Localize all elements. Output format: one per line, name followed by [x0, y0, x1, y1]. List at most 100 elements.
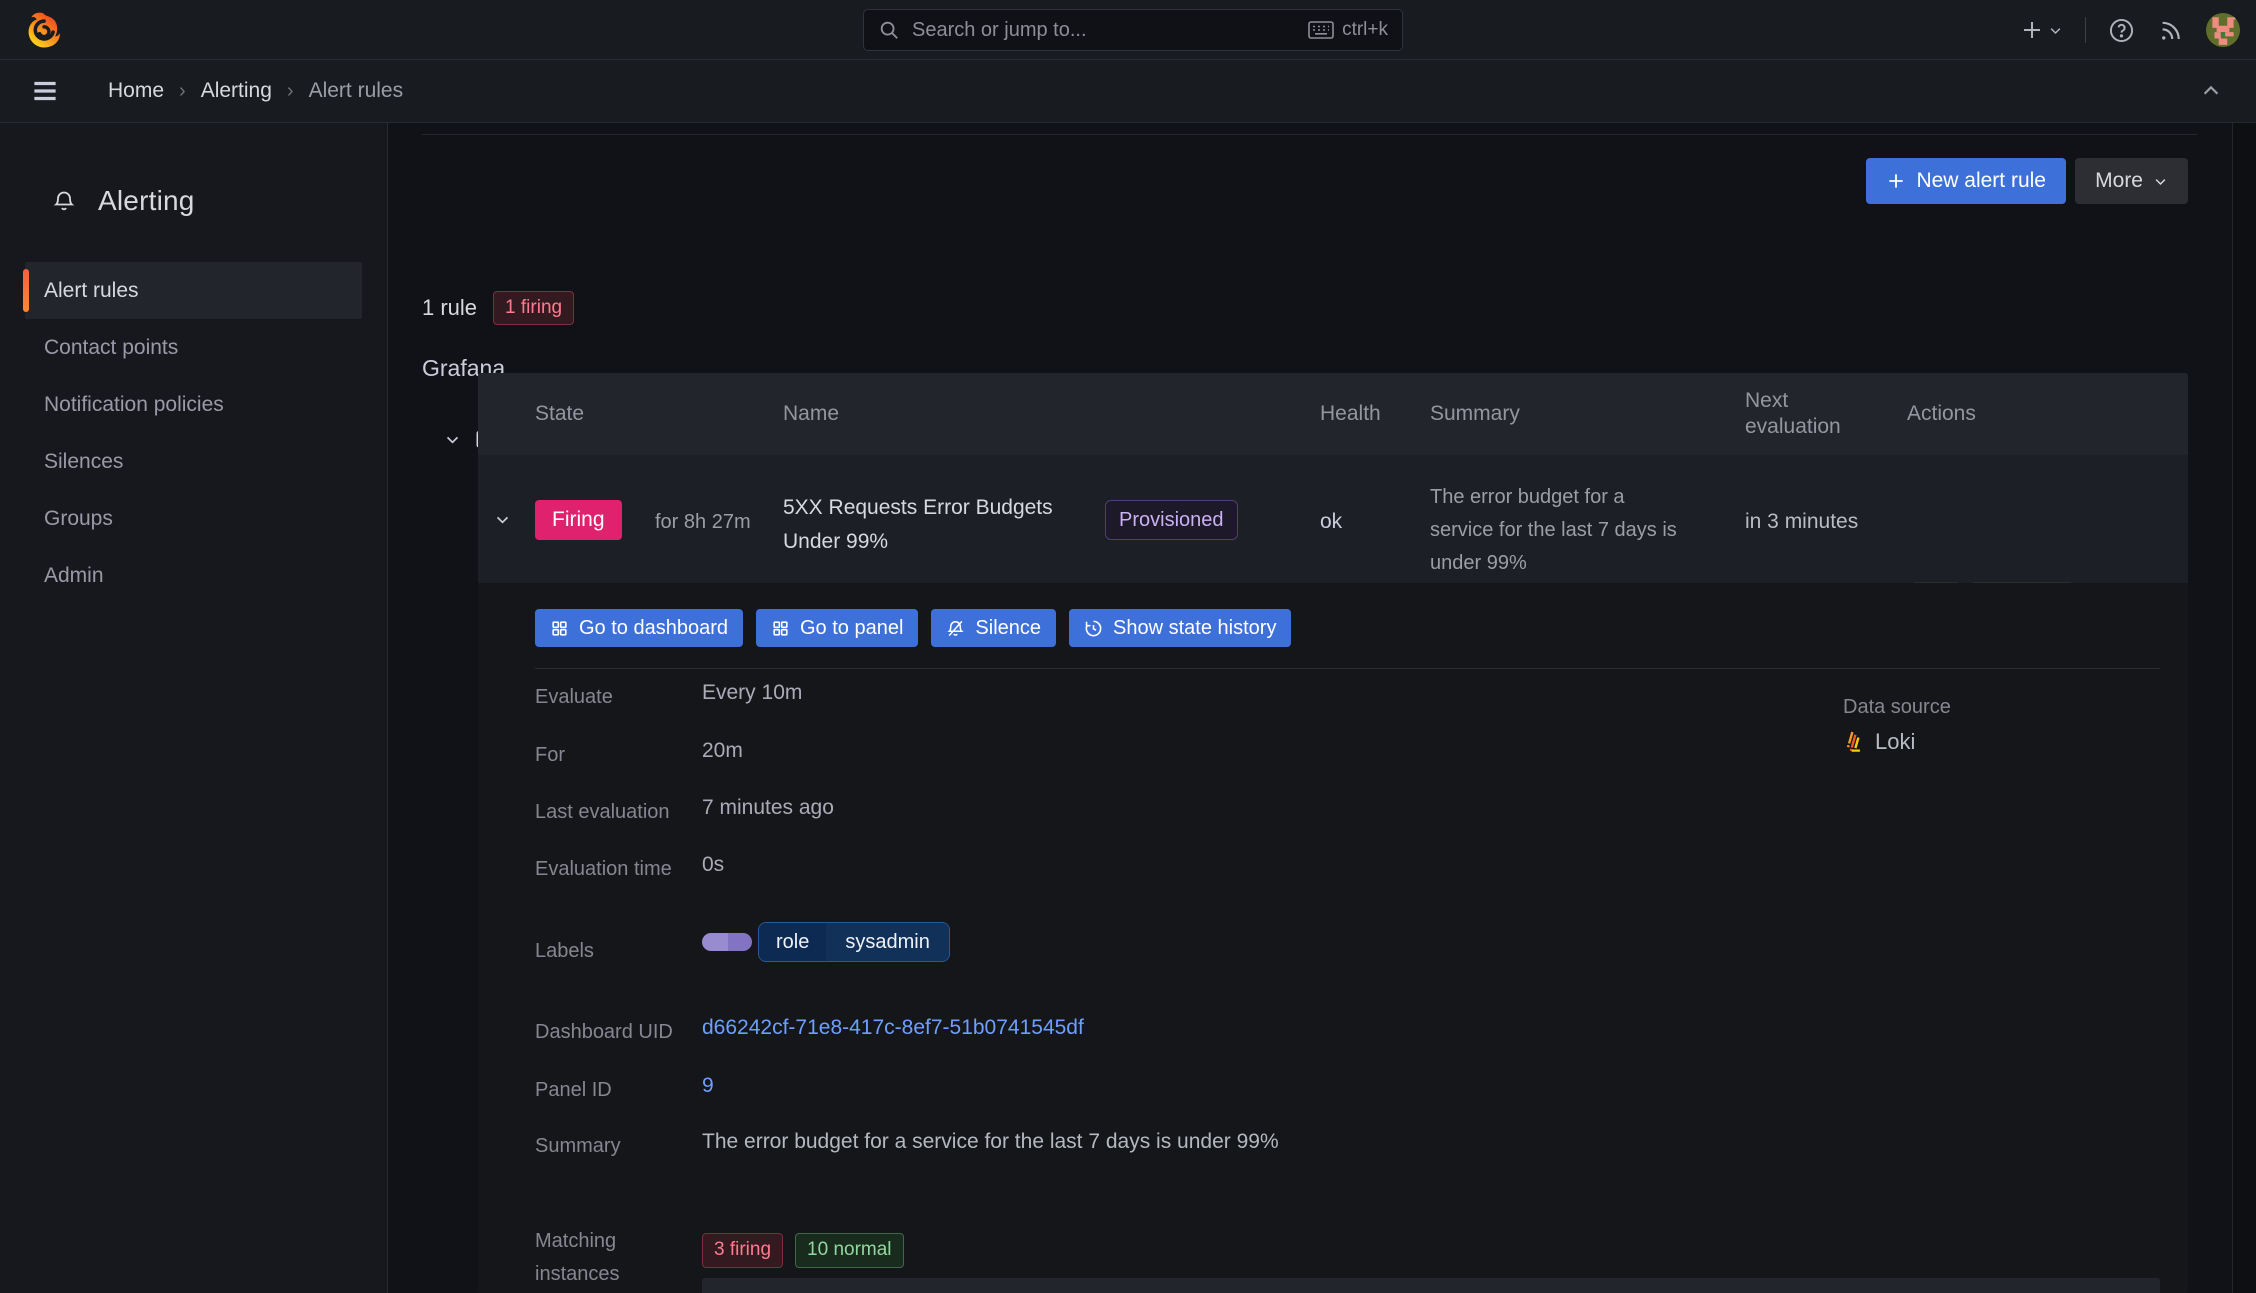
chevron-up-icon: [2203, 85, 2219, 95]
search-icon: [878, 19, 900, 41]
row-provisioned-badge: Provisioned: [1105, 500, 1238, 540]
chevron-down-icon: [2155, 178, 2166, 185]
search-placeholder: Search or jump to...: [912, 18, 1087, 41]
collapse-header-button[interactable]: [2200, 80, 2222, 102]
col-name: Name: [783, 402, 840, 425]
help-icon: [2109, 18, 2134, 42]
chevron-down-icon: [496, 516, 509, 524]
nav-divider: [2085, 17, 2086, 43]
labels-label: Labels: [535, 940, 594, 962]
help-button[interactable]: [2108, 17, 2135, 44]
sidebar-item-silences[interactable]: Silences: [25, 433, 362, 490]
matching-instances-badges: 3 firing 10 normal: [702, 1233, 904, 1268]
col-summary: Summary: [1430, 402, 1520, 425]
col-actions: Actions: [1907, 402, 1976, 425]
dashboard-uid-link[interactable]: d66242cf-71e8-417c-8ef7-51b0741545df: [702, 1016, 1084, 1040]
firing-count-badge: 1 firing: [493, 290, 575, 326]
sidebar-title-label: Alerting: [98, 185, 195, 216]
row-expand-button[interactable]: [494, 511, 511, 528]
sidebar-item-groups[interactable]: Groups: [25, 490, 362, 547]
show-state-history-button[interactable]: Show state history: [1069, 609, 1292, 647]
rule-actions-row: Go to dashboard Go to panel Silence Show…: [535, 609, 1292, 647]
table-row: Firing for 8h 27m 5XX Requests Error Bud…: [478, 455, 2188, 626]
label-value: sysadmin: [826, 923, 949, 961]
search-input[interactable]: Search or jump to... ctrl+k: [863, 9, 1403, 51]
rule-name-link[interactable]: 5XX Requests Error Budgets Under 99%: [783, 491, 1103, 559]
breadcrumb-alerting[interactable]: Alerting: [201, 79, 272, 103]
shortcut-hint: ctrl+k: [1308, 19, 1388, 41]
table-header: State Name Health Summary Next evaluatio…: [478, 373, 2188, 455]
matching-normal-badge: 10 normal: [795, 1233, 904, 1268]
keyboard-icon: [1308, 20, 1334, 40]
for-label: For: [535, 744, 565, 766]
panel-id-label: Panel ID: [535, 1079, 612, 1101]
matching-firing-badge: 3 firing: [702, 1233, 784, 1268]
breadcrumb-bar: Home › Alerting › Alert rules: [0, 60, 2256, 123]
rss-icon: [2162, 21, 2180, 40]
plus-icon: [1889, 174, 1904, 188]
more-button[interactable]: More: [2075, 158, 2188, 204]
col-state: State: [535, 402, 585, 425]
evaluate-value: Every 10m: [702, 681, 803, 704]
matching-instances-label: Matching instances: [535, 1230, 620, 1285]
datasource-value: Loki: [1843, 729, 1915, 755]
last-evaluation-value: 7 minutes ago: [702, 796, 834, 819]
breadcrumb-separator: ›: [286, 79, 294, 102]
sidebar-item-alert-rules[interactable]: Alert rules: [23, 262, 362, 319]
add-menu-button[interactable]: [2020, 18, 2063, 42]
last-evaluation-label: Last evaluation: [535, 801, 670, 823]
evaluate-label: Evaluate: [535, 686, 613, 708]
sidebar-item-contact-points[interactable]: Contact points: [25, 319, 362, 376]
details-divider: [535, 668, 2160, 669]
scrollbar-track[interactable]: [2232, 123, 2256, 1293]
evaluation-time-value: 0s: [702, 853, 725, 876]
main-content: 1 rule 1 firing New alert rule More Graf…: [388, 123, 2232, 1293]
chevron-down-icon: [2050, 27, 2061, 34]
sidebar-item-admin[interactable]: Admin: [25, 547, 362, 604]
history-icon: [1085, 620, 1102, 636]
bell-slash-icon: [947, 620, 965, 636]
go-to-dashboard-button[interactable]: Go to dashboard: [535, 609, 743, 647]
state-badge: Firing: [535, 500, 622, 540]
hamburger-icon: [34, 81, 56, 101]
sidebar-title: Alerting: [52, 185, 387, 217]
sidebar: Alerting Alert rules Contact points Noti…: [0, 123, 388, 1293]
state-duration: for 8h 27m: [655, 511, 751, 533]
summary-label: Summary: [535, 1135, 621, 1157]
breadcrumb-home[interactable]: Home: [108, 79, 164, 103]
dashboard-uid-label: Dashboard UID: [535, 1021, 673, 1043]
grafana-app: Search or jump to... ctrl+k Home › Alert…: [0, 0, 2256, 1293]
silence-button[interactable]: Silence: [931, 609, 1057, 647]
sidebar-item-notification-policies[interactable]: Notification policies: [25, 376, 362, 433]
sidebar-list: Alert rules Contact points Notification …: [0, 262, 387, 604]
label-key: role: [759, 923, 827, 961]
col-health: Health: [1320, 402, 1381, 425]
label-color-stub: [702, 933, 752, 951]
apps-icon: [773, 620, 788, 636]
breadcrumb: Home › Alerting › Alert rules: [108, 79, 403, 103]
grafana-logo-icon[interactable]: [24, 11, 62, 49]
chevron-down-icon[interactable]: [444, 431, 461, 448]
go-to-panel-button[interactable]: Go to panel: [756, 609, 919, 647]
menu-toggle-button[interactable]: [30, 76, 60, 106]
avatar[interactable]: [2206, 13, 2240, 47]
for-value: 20m: [702, 739, 743, 762]
evaluation-time-label: Evaluation time: [535, 858, 672, 880]
apps-icon: [552, 620, 567, 636]
alert-rules-table: State Name Health Summary Next evaluatio…: [478, 373, 2188, 1293]
rule-count-row: 1 rule 1 firing: [422, 286, 575, 330]
breadcrumb-separator: ›: [179, 79, 186, 102]
loki-icon: [1846, 731, 1861, 752]
panel-id-link[interactable]: 9: [702, 1074, 714, 1098]
label-pill: role sysadmin: [758, 922, 950, 962]
news-button[interactable]: [2157, 17, 2184, 44]
datasource-label: Data source: [1843, 696, 1951, 718]
rule-details: Go to dashboard Go to panel Silence Show…: [478, 583, 2188, 1293]
rule-count: 1 rule: [422, 295, 478, 320]
new-alert-rule-button[interactable]: New alert rule: [1866, 158, 2066, 204]
nav-right-cluster: [2020, 0, 2240, 60]
col-next-evaluation: Next evaluation: [1745, 389, 1841, 438]
content-divider: [422, 134, 2197, 135]
breadcrumb-alert-rules: Alert rules: [308, 79, 404, 102]
summary-value: The error budget for a service for the l…: [702, 1130, 1279, 1153]
